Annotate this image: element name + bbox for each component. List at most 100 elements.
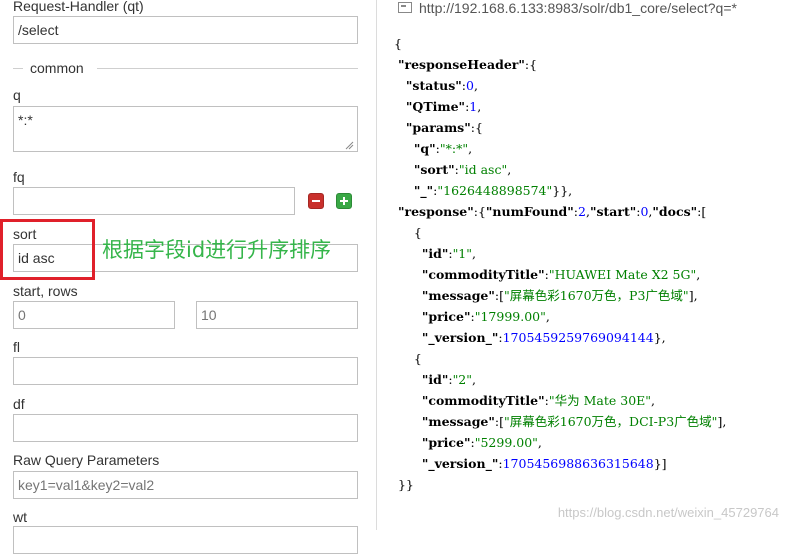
json-token: ,	[472, 246, 476, 261]
request-handler-label: Request-Handler (qt)	[13, 0, 144, 14]
json-token: "屏幕色彩1670万色，P3广色域"	[504, 288, 689, 303]
json-line: "_version_":1705459259769094144},	[394, 330, 666, 346]
json-token: "2"	[452, 372, 473, 387]
json-token: ,	[468, 141, 473, 156]
json-line: "params":{	[394, 120, 483, 136]
json-token: :[	[494, 288, 504, 303]
json-token: 1705459259769094144	[502, 330, 654, 345]
q-label: q	[13, 87, 21, 103]
json-token: "message"	[421, 414, 495, 429]
json-token: "5299.00"	[474, 435, 538, 450]
raw-query-input[interactable]	[13, 471, 358, 499]
json-token: }},	[552, 183, 573, 198]
df-input[interactable]	[13, 414, 358, 442]
json-token: "docs"	[652, 204, 698, 219]
json-token: "屏幕色彩1670万色，DCI-P3广色域"	[504, 414, 718, 429]
json-token: "price"	[421, 435, 471, 450]
json-line: "_":"1626448898574"}},	[394, 183, 572, 199]
fq-input[interactable]	[13, 187, 295, 215]
json-token: 1705456988636315648	[502, 456, 654, 471]
add-fq-icon[interactable]	[336, 193, 352, 209]
response-url[interactable]: http://192.168.6.133:8983/solr/db1_core/…	[398, 0, 737, 16]
json-token: "commodityTitle"	[421, 393, 545, 408]
fq-label: fq	[13, 169, 25, 185]
json-token: "id"	[421, 372, 449, 387]
json-token: "price"	[421, 309, 471, 324]
json-line: "QTime":1,	[394, 99, 481, 115]
json-token: ,	[507, 162, 512, 177]
remove-fq-icon[interactable]	[308, 193, 324, 209]
fl-input[interactable]	[13, 357, 358, 385]
json-token: 0	[465, 78, 474, 93]
json-token: ,	[473, 78, 478, 93]
json-line: "message":["屏幕色彩1670万色，P3广色域"],	[394, 288, 698, 304]
json-token: "华为 Mate 30E"	[548, 393, 652, 408]
json-token: "HUAWEI Mate X2 5G"	[548, 267, 697, 282]
json-token: },	[653, 330, 666, 345]
json-line: "price":"17999.00",	[394, 309, 550, 325]
json-token: ],	[717, 414, 727, 429]
json-line: "commodityTitle":"华为 Mate 30E",	[394, 393, 655, 409]
json-token: "_version_"	[421, 456, 499, 471]
json-line: "price":"5299.00",	[394, 435, 542, 451]
wt-label: wt	[13, 509, 27, 525]
response-url-text[interactable]: http://192.168.6.133:8983/solr/db1_core/…	[419, 0, 737, 16]
json-token: "message"	[421, 288, 495, 303]
page-icon	[398, 2, 412, 13]
panel-divider	[376, 0, 377, 530]
json-token: }]	[653, 456, 667, 471]
annotation-text: 根据字段id进行升序排序	[102, 238, 332, 262]
resize-handle-icon[interactable]	[344, 140, 354, 150]
json-token: "*:*"	[439, 141, 469, 156]
df-label: df	[13, 396, 25, 412]
json-token: ,	[472, 372, 476, 387]
json-token: "id"	[421, 246, 449, 261]
json-line: "q":"*:*",	[394, 141, 472, 157]
json-token: ,	[537, 435, 542, 450]
json-token: "1"	[452, 246, 473, 261]
wt-select[interactable]	[13, 526, 358, 554]
common-section-label: common	[30, 60, 84, 76]
json-line: "sort":"id asc",	[394, 162, 511, 178]
json-line: "commodityTitle":"HUAWEI Mate X2 5G",	[394, 267, 700, 283]
json-token: "responseHeader"	[397, 57, 525, 72]
json-line: "status":0,	[394, 78, 478, 94]
json-token: :{	[470, 120, 483, 135]
common-divider-right	[97, 68, 358, 69]
json-line: "id":"1",	[394, 246, 476, 262]
json-token: }}	[394, 477, 414, 492]
fl-label: fl	[13, 339, 20, 355]
json-token: {	[394, 225, 422, 240]
json-line: "response":{"numFound":2,"start":0,"docs…	[394, 204, 706, 220]
json-token: :{	[473, 204, 486, 219]
request-handler-input[interactable]	[13, 16, 358, 44]
json-line: }}	[394, 477, 414, 493]
json-token: {	[394, 351, 422, 366]
json-token: "17999.00"	[474, 309, 546, 324]
json-token: "1626448898574"	[437, 183, 553, 198]
json-line: "_version_":1705456988636315648}]	[394, 456, 667, 472]
json-line: "responseHeader":{	[394, 57, 537, 73]
query-form-panel: Request-Handler (qt) common q *:* fq sor…	[0, 0, 372, 554]
start-rows-label: start, rows	[13, 283, 78, 299]
json-line: "id":"2",	[394, 372, 476, 388]
raw-query-label: Raw Query Parameters	[13, 452, 160, 468]
json-token: "numFound"	[485, 204, 574, 219]
rows-input[interactable]	[196, 301, 358, 329]
json-token: "id asc"	[458, 162, 508, 177]
json-token: "params"	[405, 120, 471, 135]
json-token: "status"	[405, 78, 462, 93]
json-line: {	[394, 351, 422, 367]
q-textarea[interactable]: *:*	[13, 106, 358, 152]
start-input[interactable]	[13, 301, 175, 329]
